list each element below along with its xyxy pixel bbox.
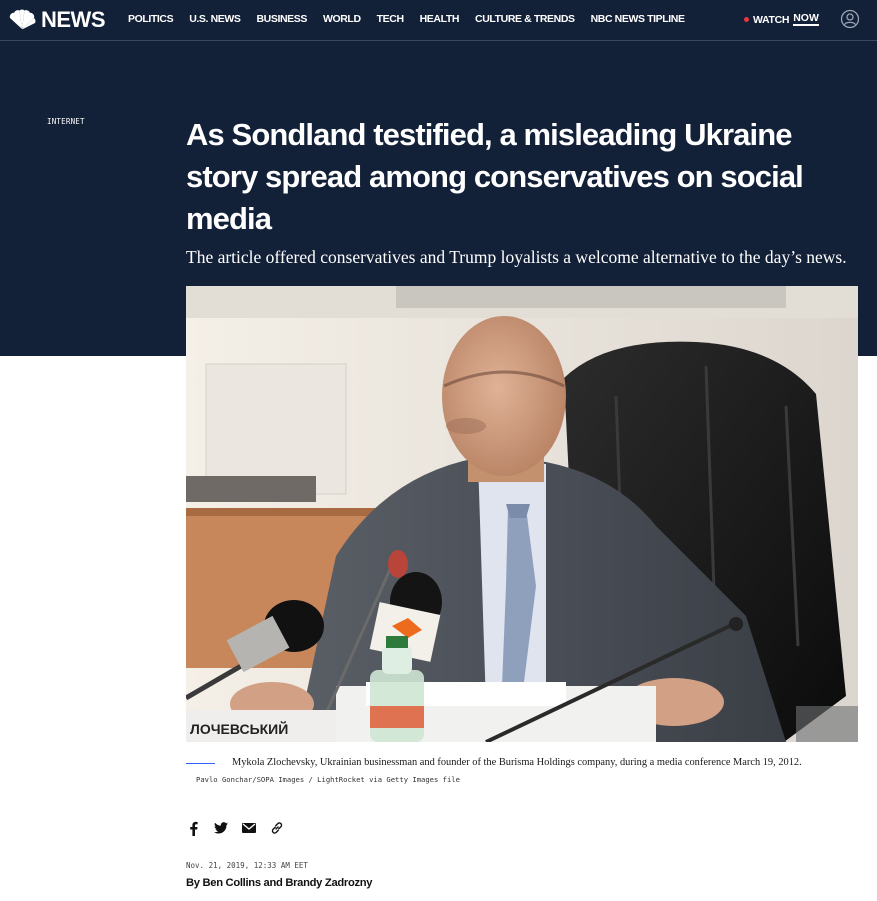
link-icon — [271, 822, 283, 834]
brand-name: NEWS — [41, 7, 106, 32]
nameplate-text: ЛОЧЕВСЬКИЙ — [190, 720, 288, 737]
user-account-icon[interactable] — [840, 9, 860, 29]
nav-link-health[interactable]: HEALTH — [420, 13, 460, 25]
article-headline: As Sondland testified, a misleading Ukra… — [186, 117, 804, 236]
caption-rule — [186, 763, 215, 764]
watch-now-label: NOW — [793, 12, 819, 26]
photo-caption: Mykola Zlochevsky, Ukrainian businessman… — [232, 757, 802, 768]
nav-link-business[interactable]: BUSINESS — [256, 13, 307, 25]
share-bar — [186, 820, 298, 836]
nav-link-world[interactable]: WORLD — [323, 13, 361, 25]
email-share-button[interactable] — [242, 820, 256, 836]
twitter-share-button[interactable] — [214, 820, 228, 836]
facebook-share-button[interactable] — [186, 820, 200, 836]
lead-photo: ЛОЧЕВСЬКИЙ — [186, 286, 858, 742]
watch-now-button[interactable]: WATCH NOW — [744, 13, 819, 26]
facebook-icon — [189, 821, 198, 836]
nav-link-us-news[interactable]: U.S. NEWS — [189, 13, 241, 25]
live-dot-icon — [744, 17, 749, 22]
nav-link-culture-trends[interactable]: CULTURE & TRENDS — [475, 13, 575, 25]
nbc-news-logo[interactable]: NEWS — [7, 6, 106, 34]
twitter-icon — [214, 822, 228, 834]
nav-link-tech[interactable]: TECH — [377, 13, 404, 25]
watch-label: WATCH — [753, 13, 790, 26]
article-dek: The article offered conservatives and Tr… — [186, 247, 847, 267]
nbc-peacock-icon — [9, 9, 36, 30]
section-eyebrow[interactable]: INTERNET — [47, 117, 85, 126]
nav-link-politics[interactable]: POLITICS — [128, 13, 174, 25]
nav-divider — [0, 40, 877, 41]
top-navigation: NEWS POLITICS U.S. NEWS BUSINESS WORLD T… — [0, 0, 877, 40]
article-dateline: Nov. 21, 2019, 12:33 AM EET — [186, 861, 308, 870]
nav-link-tipline[interactable]: NBC NEWS TIPLINE — [591, 13, 685, 25]
email-icon — [242, 823, 256, 833]
copy-link-button[interactable] — [270, 820, 284, 836]
photo-credit: Pavlo Gonchar/SOPA Images / LightRocket … — [196, 775, 460, 784]
article-byline[interactable]: By Ben Collins and Brandy Zadrozny — [186, 877, 373, 889]
section-links: POLITICS U.S. NEWS BUSINESS WORLD TECH H… — [128, 13, 701, 25]
